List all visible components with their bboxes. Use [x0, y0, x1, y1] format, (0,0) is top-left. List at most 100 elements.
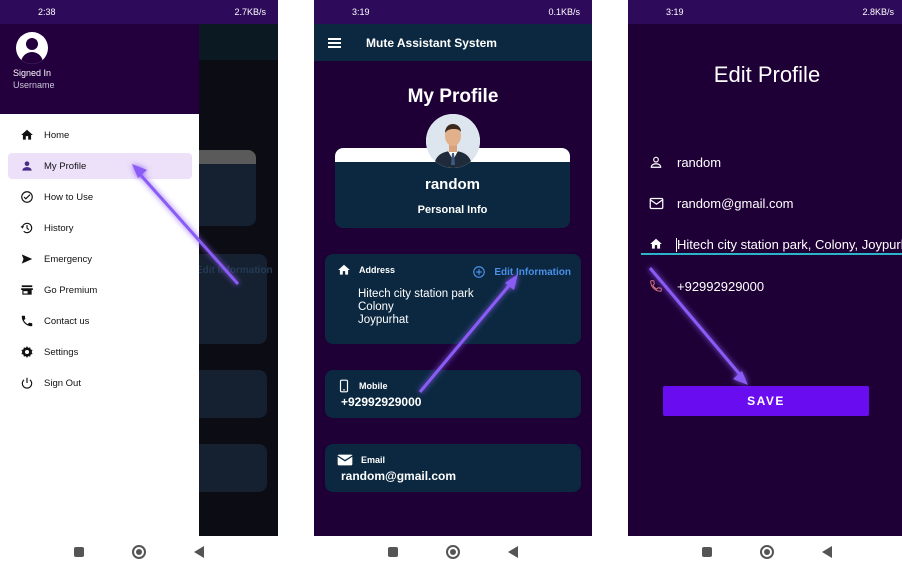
address-value: Hitech city station park Colony Joypurha…	[358, 288, 474, 327]
back-icon[interactable]	[508, 546, 518, 558]
email-card: Email random@gmail.com	[325, 444, 581, 492]
system-nav-bar	[0, 536, 278, 572]
mobile-header: Mobile	[337, 379, 388, 393]
status-time: 3:19	[352, 7, 370, 17]
address-field[interactable]: Hitech city station park, Colony, Joypur…	[648, 236, 902, 252]
home-icon	[338, 264, 350, 275]
signed-in-label: Signed In	[13, 68, 52, 78]
check-circle-icon	[19, 189, 35, 205]
drawer-item-label: Home	[44, 129, 70, 141]
drawer-item-label: How to Use	[44, 191, 94, 203]
edit-information-label: Edit Information	[494, 266, 571, 278]
app-title: Mute Assistant System	[366, 36, 497, 50]
smartphone-icon	[339, 379, 349, 393]
drawer-item-label: Go Premium	[44, 284, 98, 296]
email-label: Email	[361, 455, 386, 465]
person-icon	[19, 158, 35, 174]
drawer-item-my-profile[interactable]: My Profile	[8, 153, 192, 179]
username-label: Username	[13, 80, 55, 90]
drawer-item-go-premium[interactable]: Go Premium	[8, 277, 192, 303]
email-value: random@gmail.com	[677, 195, 794, 211]
edit-information-button[interactable]: Edit Information	[472, 265, 571, 279]
home-nav-icon[interactable]	[132, 545, 146, 559]
app-bar: Mute Assistant System	[314, 24, 592, 61]
name-value: random	[677, 154, 722, 170]
status-network-speed: 2.8KB/s	[862, 7, 894, 17]
back-icon[interactable]	[822, 546, 832, 558]
phone-screen-profile: Mute Assistant System My Profile random …	[314, 0, 592, 572]
address-value: Hitech city station park, Colony, Joypur…	[677, 236, 902, 252]
drawer-item-label: Emergency	[44, 253, 93, 265]
history-icon	[19, 220, 35, 236]
store-icon	[19, 282, 35, 298]
page-title: My Profile	[407, 86, 499, 107]
send-icon	[19, 251, 35, 267]
drawer-item-history[interactable]: History	[8, 215, 192, 241]
recents-icon[interactable]	[388, 547, 398, 557]
drawer-header: Signed In Username	[0, 24, 199, 114]
power-icon	[19, 375, 35, 391]
home-icon	[19, 127, 35, 143]
account-avatar-icon[interactable]	[16, 32, 48, 64]
save-button[interactable]: SAVE	[663, 386, 869, 416]
status-bar: 3:19 2.8KB/s	[628, 0, 902, 24]
back-icon[interactable]	[194, 546, 204, 558]
status-time: 2:38	[38, 7, 56, 17]
drawer-item-label: My Profile	[44, 160, 87, 172]
status-network-speed: 0.1KB/s	[548, 7, 580, 17]
mail-icon	[337, 454, 353, 466]
mobile-label: Mobile	[359, 381, 388, 391]
drawer-item-settings[interactable]: Settings	[8, 339, 192, 365]
profile-name: random	[424, 176, 480, 193]
address-line: Hitech city station park	[358, 288, 474, 300]
phone-icon	[19, 313, 35, 329]
phone-screen-drawer: Edit Information Signed In Username Home…	[0, 0, 278, 572]
address-field-underline	[641, 253, 902, 255]
status-bar: 3:19 0.1KB/s	[314, 0, 592, 24]
phone-field[interactable]: +92992929000	[648, 278, 902, 294]
drawer-item-label: Settings	[44, 346, 79, 358]
status-bar: 2:38 2.7KB/s	[0, 0, 278, 24]
profile-photo	[426, 114, 480, 168]
email-value: random@gmail.com	[341, 469, 457, 483]
home-nav-icon[interactable]	[760, 545, 774, 559]
app-screen: Edit Profile random random@gmail.com Hit…	[628, 0, 902, 536]
recents-icon[interactable]	[702, 547, 712, 557]
page-title: Edit Profile	[713, 62, 821, 87]
address-label: Address	[359, 265, 396, 275]
home-nav-icon[interactable]	[446, 545, 460, 559]
home-icon	[648, 236, 664, 252]
app-screen: Edit Information Signed In Username Home…	[0, 0, 278, 536]
dimmed-edit-info: Edit Information	[196, 265, 273, 276]
name-field[interactable]: random	[648, 154, 902, 170]
mobile-value: +92992929000	[341, 395, 422, 409]
gear-icon	[19, 344, 35, 360]
personal-info-label: Personal Info	[417, 204, 488, 216]
drawer-item-home[interactable]: Home	[8, 122, 192, 148]
menu-icon[interactable]	[328, 38, 341, 48]
phone-icon	[648, 278, 664, 294]
drawer-item-sign-out[interactable]: Sign Out	[8, 370, 192, 396]
mobile-card: Mobile +92992929000	[325, 370, 581, 418]
drawer-item-emergency[interactable]: Emergency	[8, 246, 192, 272]
phone-value: +92992929000	[677, 278, 765, 294]
drawer-item-how-to-use[interactable]: How to Use	[8, 184, 192, 210]
add-circle-icon	[473, 266, 486, 278]
drawer-item-label: Sign Out	[44, 377, 81, 389]
address-card: Address Edit Information Hitech city sta…	[325, 254, 581, 344]
person-icon	[648, 154, 664, 170]
recents-icon[interactable]	[74, 547, 84, 557]
drawer-item-label: Contact us	[44, 315, 90, 327]
navigation-drawer: Signed In Username Home My Profile How t…	[0, 24, 199, 536]
address-line: Colony	[358, 301, 394, 313]
system-nav-bar	[314, 536, 592, 572]
text-cursor	[676, 238, 677, 252]
app-screen: Mute Assistant System My Profile random …	[314, 0, 592, 536]
address-line: Joypurhat	[358, 314, 409, 326]
phone-screen-edit-profile: Edit Profile random random@gmail.com Hit…	[628, 0, 902, 572]
drawer-item-contact-us[interactable]: Contact us	[8, 308, 192, 334]
drawer-item-label: History	[44, 222, 74, 234]
email-field[interactable]: random@gmail.com	[648, 195, 902, 211]
system-nav-bar	[628, 536, 902, 572]
email-header: Email	[337, 453, 385, 467]
